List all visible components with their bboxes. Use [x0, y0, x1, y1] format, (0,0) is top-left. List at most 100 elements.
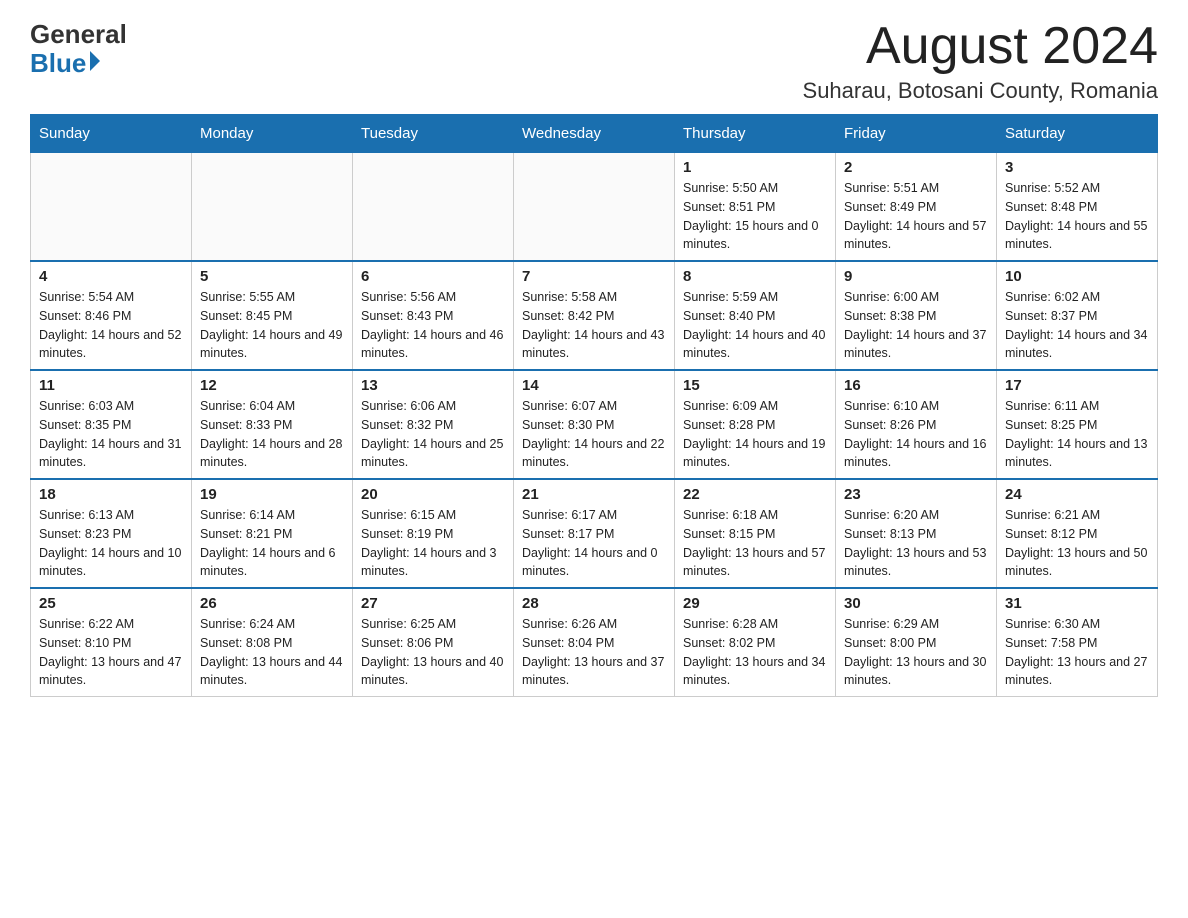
day-info: Sunrise: 6:03 AM Sunset: 8:35 PM Dayligh… [39, 397, 183, 472]
day-info: Sunrise: 6:28 AM Sunset: 8:02 PM Dayligh… [683, 615, 827, 690]
day-info: Sunrise: 5:52 AM Sunset: 8:48 PM Dayligh… [1005, 179, 1149, 254]
day-number: 15 [683, 377, 827, 394]
calendar-week-row: 25 Sunrise: 6:22 AM Sunset: 8:10 PM Dayli… [31, 588, 1158, 697]
calendar-day-cell: 15 Sunrise: 6:09 AM Sunset: 8:28 PM Dayli… [675, 370, 836, 479]
day-number: 14 [522, 377, 666, 394]
day-info: Sunrise: 6:24 AM Sunset: 8:08 PM Dayligh… [200, 615, 344, 690]
day-number: 17 [1005, 377, 1149, 394]
calendar-day-cell: 5Sunrise: 5:55 AM Sunset: 8:45 PM Daylig… [192, 261, 353, 370]
calendar-day-cell [353, 153, 514, 262]
day-number: 5 [200, 268, 344, 285]
day-info: Sunrise: 6:13 AM Sunset: 8:23 PM Dayligh… [39, 506, 183, 581]
calendar-weekday-header: Thursday [675, 115, 836, 153]
calendar-day-cell: 28 Sunrise: 6:26 AM Sunset: 8:04 PM Dayli… [514, 588, 675, 697]
day-number: 26 [200, 595, 344, 612]
calendar-day-cell: 23 Sunrise: 6:20 AM Sunset: 8:13 PM Dayli… [836, 479, 997, 588]
day-number: 24 [1005, 486, 1149, 503]
calendar-weekday-header: Saturday [997, 115, 1158, 153]
calendar-weekday-header: Wednesday [514, 115, 675, 153]
day-info: Sunrise: 6:30 AM Sunset: 7:58 PM Dayligh… [1005, 615, 1149, 690]
day-info: Sunrise: 6:25 AM Sunset: 8:06 PM Dayligh… [361, 615, 505, 690]
calendar-day-cell: 7Sunrise: 5:58 AM Sunset: 8:42 PM Daylig… [514, 261, 675, 370]
calendar-day-cell: 6 Sunrise: 5:56 AM Sunset: 8:43 PM Daylig… [353, 261, 514, 370]
day-number: 2 [844, 159, 988, 176]
day-number: 28 [522, 595, 666, 612]
calendar-day-cell: 31 Sunrise: 6:30 AM Sunset: 7:58 PM Dayli… [997, 588, 1158, 697]
day-number: 9 [844, 268, 988, 285]
day-number: 18 [39, 486, 183, 503]
day-info: Sunrise: 5:51 AM Sunset: 8:49 PM Dayligh… [844, 179, 988, 254]
calendar-day-cell: 13 Sunrise: 6:06 AM Sunset: 8:32 PM Dayli… [353, 370, 514, 479]
logo-blue: Blue [30, 49, 86, 78]
calendar-day-cell: 9Sunrise: 6:00 AM Sunset: 8:38 PM Daylig… [836, 261, 997, 370]
calendar-weekday-header: Friday [836, 115, 997, 153]
calendar-day-cell: 27Sunrise: 6:25 AM Sunset: 8:06 PM Dayli… [353, 588, 514, 697]
day-info: Sunrise: 6:14 AM Sunset: 8:21 PM Dayligh… [200, 506, 344, 581]
calendar-day-cell: 18 Sunrise: 6:13 AM Sunset: 8:23 PM Dayli… [31, 479, 192, 588]
day-info: Sunrise: 6:06 AM Sunset: 8:32 PM Dayligh… [361, 397, 505, 472]
day-number: 10 [1005, 268, 1149, 285]
location-title: Suharau, Botosani County, Romania [803, 78, 1158, 104]
day-number: 8 [683, 268, 827, 285]
calendar-day-cell: 24Sunrise: 6:21 AM Sunset: 8:12 PM Dayli… [997, 479, 1158, 588]
day-info: Sunrise: 6:17 AM Sunset: 8:17 PM Dayligh… [522, 506, 666, 581]
day-number: 30 [844, 595, 988, 612]
day-info: Sunrise: 6:09 AM Sunset: 8:28 PM Dayligh… [683, 397, 827, 472]
day-number: 6 [361, 268, 505, 285]
calendar-weekday-header: Tuesday [353, 115, 514, 153]
calendar-week-row: 11 Sunrise: 6:03 AM Sunset: 8:35 PM Dayli… [31, 370, 1158, 479]
day-number: 11 [39, 377, 183, 394]
page-header: General Blue August 2024 Suharau, Botosa… [30, 20, 1158, 104]
calendar-day-cell: 29 Sunrise: 6:28 AM Sunset: 8:02 PM Dayli… [675, 588, 836, 697]
calendar-week-row: 1 Sunrise: 5:50 AM Sunset: 8:51 PM Daylig… [31, 153, 1158, 262]
calendar-day-cell: 10 Sunrise: 6:02 AM Sunset: 8:37 PM Dayli… [997, 261, 1158, 370]
day-number: 29 [683, 595, 827, 612]
day-number: 1 [683, 159, 827, 176]
day-info: Sunrise: 6:20 AM Sunset: 8:13 PM Dayligh… [844, 506, 988, 581]
day-info: Sunrise: 5:50 AM Sunset: 8:51 PM Dayligh… [683, 179, 827, 254]
calendar-week-row: 18 Sunrise: 6:13 AM Sunset: 8:23 PM Dayli… [31, 479, 1158, 588]
calendar-weekday-header: Monday [192, 115, 353, 153]
calendar-day-cell: 21 Sunrise: 6:17 AM Sunset: 8:17 PM Dayli… [514, 479, 675, 588]
day-info: Sunrise: 6:26 AM Sunset: 8:04 PM Dayligh… [522, 615, 666, 690]
day-number: 16 [844, 377, 988, 394]
calendar-table: SundayMondayTuesdayWednesdayThursdayFrid… [30, 114, 1158, 697]
day-info: Sunrise: 6:22 AM Sunset: 8:10 PM Dayligh… [39, 615, 183, 690]
calendar-day-cell: 2 Sunrise: 5:51 AM Sunset: 8:49 PM Daylig… [836, 153, 997, 262]
calendar-day-cell: 20Sunrise: 6:15 AM Sunset: 8:19 PM Dayli… [353, 479, 514, 588]
calendar-header-row: SundayMondayTuesdayWednesdayThursdayFrid… [31, 115, 1158, 153]
calendar-day-cell: 12Sunrise: 6:04 AM Sunset: 8:33 PM Dayli… [192, 370, 353, 479]
month-title: August 2024 [803, 20, 1158, 72]
day-info: Sunrise: 6:11 AM Sunset: 8:25 PM Dayligh… [1005, 397, 1149, 472]
day-number: 7 [522, 268, 666, 285]
calendar-day-cell: 3Sunrise: 5:52 AM Sunset: 8:48 PM Daylig… [997, 153, 1158, 262]
day-info: Sunrise: 5:54 AM Sunset: 8:46 PM Dayligh… [39, 288, 183, 363]
calendar-day-cell: 4 Sunrise: 5:54 AM Sunset: 8:46 PM Daylig… [31, 261, 192, 370]
calendar-week-row: 4 Sunrise: 5:54 AM Sunset: 8:46 PM Daylig… [31, 261, 1158, 370]
day-info: Sunrise: 6:29 AM Sunset: 8:00 PM Dayligh… [844, 615, 988, 690]
day-info: Sunrise: 6:04 AM Sunset: 8:33 PM Dayligh… [200, 397, 344, 472]
day-info: Sunrise: 6:10 AM Sunset: 8:26 PM Dayligh… [844, 397, 988, 472]
day-number: 19 [200, 486, 344, 503]
calendar-day-cell: 30 Sunrise: 6:29 AM Sunset: 8:00 PM Dayli… [836, 588, 997, 697]
day-number: 21 [522, 486, 666, 503]
calendar-day-cell: 19 Sunrise: 6:14 AM Sunset: 8:21 PM Dayli… [192, 479, 353, 588]
calendar-day-cell: 1 Sunrise: 5:50 AM Sunset: 8:51 PM Daylig… [675, 153, 836, 262]
day-number: 31 [1005, 595, 1149, 612]
logo-triangle-icon [90, 51, 100, 71]
day-info: Sunrise: 5:56 AM Sunset: 8:43 PM Dayligh… [361, 288, 505, 363]
day-number: 23 [844, 486, 988, 503]
day-info: Sunrise: 6:02 AM Sunset: 8:37 PM Dayligh… [1005, 288, 1149, 363]
logo-general: General [30, 20, 127, 49]
calendar-weekday-header: Sunday [31, 115, 192, 153]
calendar-day-cell: 11 Sunrise: 6:03 AM Sunset: 8:35 PM Dayli… [31, 370, 192, 479]
calendar-day-cell [31, 153, 192, 262]
day-info: Sunrise: 6:18 AM Sunset: 8:15 PM Dayligh… [683, 506, 827, 581]
logo: General Blue [30, 20, 127, 77]
calendar-day-cell: 26 Sunrise: 6:24 AM Sunset: 8:08 PM Dayli… [192, 588, 353, 697]
day-number: 25 [39, 595, 183, 612]
day-number: 20 [361, 486, 505, 503]
day-number: 22 [683, 486, 827, 503]
day-number: 13 [361, 377, 505, 394]
day-number: 4 [39, 268, 183, 285]
